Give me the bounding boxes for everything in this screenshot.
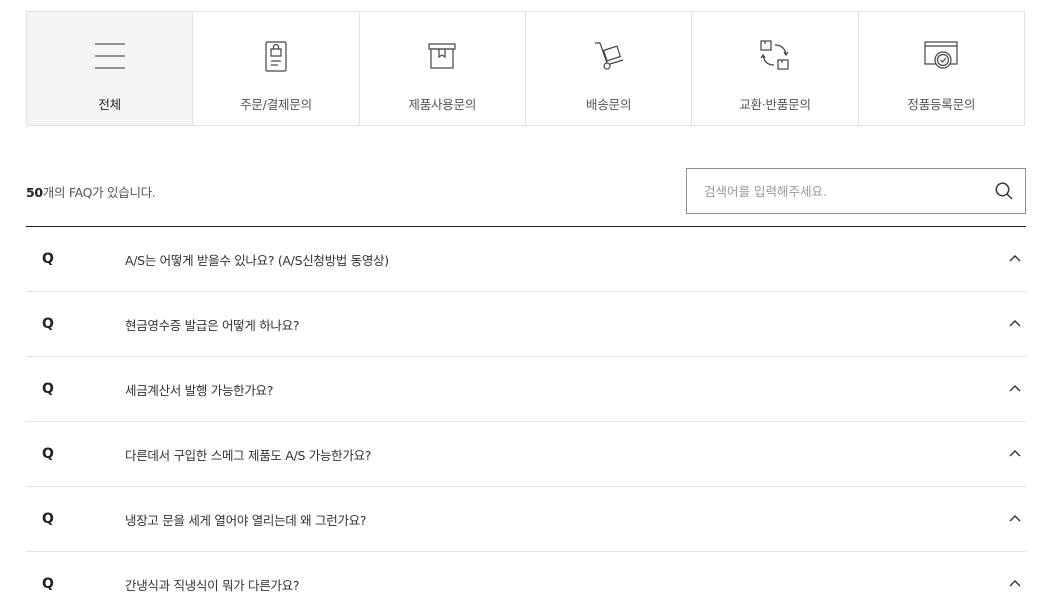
search-box bbox=[686, 168, 1026, 214]
faq-list: Q A/S는 어떻게 받을수 있나요? (A/S신청방법 동영상) Q 현금영수… bbox=[26, 226, 1026, 616]
tab-label: 배송문의 bbox=[586, 97, 632, 112]
order-receipt-icon bbox=[258, 38, 294, 74]
tab-exchange-return[interactable]: 교환·반품문의 bbox=[691, 12, 858, 125]
category-tabs: 전체 주문/결제문의 제품사용문의 배송문의 교환·반품문의 정품등록문의 bbox=[26, 11, 1025, 126]
faq-q-marker: Q bbox=[42, 316, 54, 332]
faq-count-suffix: 개의 FAQ가 있습니다. bbox=[42, 185, 156, 200]
exchange-return-icon bbox=[757, 38, 793, 74]
tab-delivery[interactable]: 배송문의 bbox=[524, 12, 692, 125]
tab-warranty-registration[interactable]: 정품등록문의 bbox=[857, 12, 1024, 125]
search-icon bbox=[995, 182, 1013, 200]
faq-question: 다른데서 구입한 스메그 제품도 A/S 가능한가요? bbox=[125, 448, 372, 463]
tab-order-payment[interactable]: 주문/결제문의 bbox=[192, 12, 359, 125]
faq-q-marker: Q bbox=[42, 576, 54, 592]
search-button[interactable] bbox=[991, 178, 1017, 204]
faq-item[interactable]: Q 간냉식과 직냉식이 뭐가 다른가요? bbox=[26, 552, 1026, 616]
faq-q-marker: Q bbox=[42, 381, 54, 397]
faq-q-marker: Q bbox=[42, 511, 54, 527]
faq-item[interactable]: Q 현금영수증 발급은 어떻게 하나요? bbox=[26, 292, 1026, 357]
chevron-up-icon[interactable] bbox=[1008, 511, 1022, 525]
faq-item[interactable]: Q A/S는 어떻게 받을수 있나요? (A/S신청방법 동영상) bbox=[26, 227, 1026, 292]
product-box-icon bbox=[424, 38, 460, 74]
faq-count-text: 50개의 FAQ가 있습니다. bbox=[26, 182, 156, 201]
faq-question: 현금영수증 발급은 어떻게 하나요? bbox=[125, 318, 300, 333]
chevron-up-icon[interactable] bbox=[1008, 446, 1022, 460]
tab-label: 교환·반품문의 bbox=[739, 97, 811, 112]
faq-item[interactable]: Q 냉장고 문을 세게 열어야 열리는데 왜 그런가요? bbox=[26, 487, 1026, 552]
faq-question: 냉장고 문을 세게 열어야 열리는데 왜 그런가요? bbox=[125, 513, 367, 528]
menu-lines-icon bbox=[92, 38, 128, 74]
faq-item[interactable]: Q 다른데서 구입한 스메그 제품도 A/S 가능한가요? bbox=[26, 422, 1026, 487]
tab-all[interactable]: 전체 bbox=[27, 12, 193, 125]
tab-label: 전체 bbox=[98, 97, 121, 112]
tab-label: 주문/결제문의 bbox=[240, 97, 312, 112]
chevron-up-icon[interactable] bbox=[1008, 381, 1022, 395]
faq-count-number: 50 bbox=[26, 185, 43, 200]
certificate-icon bbox=[923, 38, 959, 74]
chevron-up-icon[interactable] bbox=[1008, 576, 1022, 590]
faq-page: 전체 주문/결제문의 제품사용문의 배송문의 교환·반품문의 정품등록문의 50… bbox=[0, 0, 1055, 616]
faq-item[interactable]: Q 세금계산서 발행 가능한가요? bbox=[26, 357, 1026, 422]
faq-q-marker: Q bbox=[42, 446, 54, 462]
tab-label: 정품등록문의 bbox=[907, 97, 976, 112]
faq-q-marker: Q bbox=[42, 251, 54, 267]
faq-question: 세금계산서 발행 가능한가요? bbox=[125, 383, 274, 398]
faq-question: 간냉식과 직냉식이 뭐가 다른가요? bbox=[125, 578, 300, 593]
tab-label: 제품사용문의 bbox=[408, 97, 477, 112]
tab-product-usage[interactable]: 제품사용문의 bbox=[358, 12, 525, 125]
search-input[interactable] bbox=[687, 169, 983, 213]
chevron-up-icon[interactable] bbox=[1008, 251, 1022, 265]
delivery-cart-icon bbox=[591, 38, 627, 74]
chevron-up-icon[interactable] bbox=[1008, 316, 1022, 330]
faq-question: A/S는 어떻게 받을수 있나요? (A/S신청방법 동영상) bbox=[125, 253, 389, 268]
